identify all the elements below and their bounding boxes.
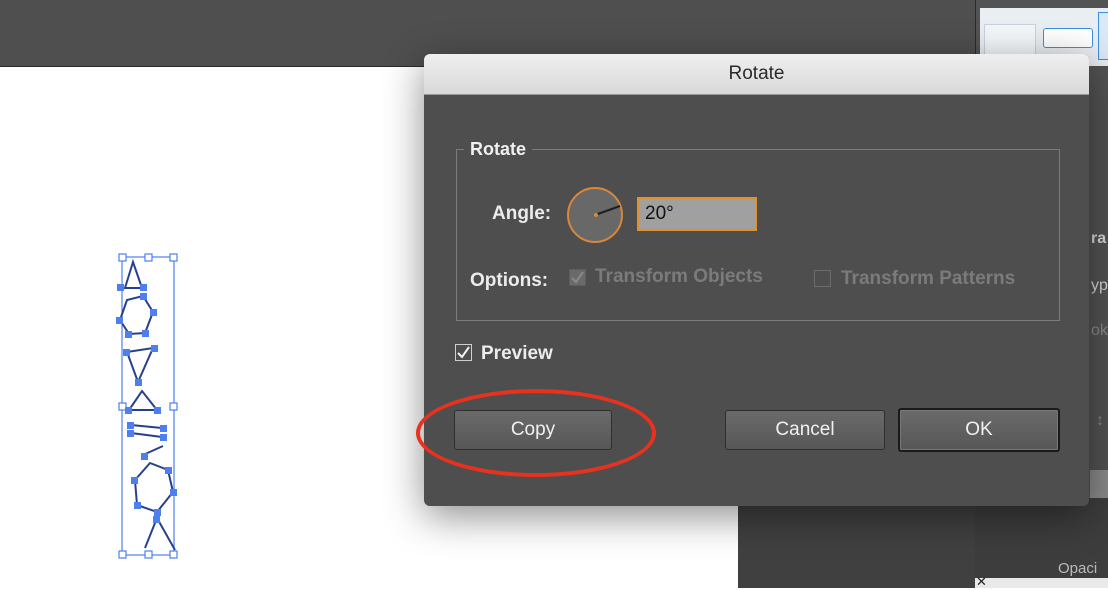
angle-value: 20° (645, 203, 674, 224)
panel-arrow-icon: ↕ (1096, 412, 1104, 429)
angle-dial[interactable] (567, 187, 623, 243)
molecule-paths (118, 258, 176, 551)
panel-scroll-swatch[interactable] (1098, 12, 1108, 60)
right-panel-bottom-strip (968, 578, 1108, 588)
panel-selected-swatch[interactable] (1043, 28, 1093, 48)
angle-dial-needle (594, 205, 621, 217)
transform-patterns-checkbox[interactable] (814, 270, 831, 287)
panel-label-fragment: yp (1091, 277, 1108, 294)
rotate-group-label: Rotate (464, 139, 533, 160)
panel-label-fragment: ra (1091, 230, 1107, 247)
preview-label: Preview (481, 343, 553, 364)
options-label: Options: (470, 270, 549, 291)
transform-patterns-label: Transform Patterns (841, 268, 1016, 289)
lower-dark-panel (738, 500, 975, 588)
transform-objects-checkbox[interactable] (569, 269, 586, 286)
ok-button[interactable]: OK (898, 408, 1060, 452)
opacity-label: Opaci (1058, 560, 1098, 577)
transform-objects-label: Transform Objects (595, 266, 763, 287)
annotation-ellipse (416, 389, 656, 477)
rotate-group-box (456, 149, 1060, 321)
selection-bounding-box (121, 256, 175, 556)
dialog-title-bar[interactable]: Rotate (424, 54, 1089, 95)
angle-input[interactable]: 20° (637, 197, 757, 231)
angle-label: Angle: (492, 203, 552, 224)
cancel-button[interactable]: Cancel (725, 410, 885, 450)
panel-bar (1090, 470, 1108, 498)
preview-checkbox[interactable] (455, 344, 472, 361)
dialog-title: Rotate (728, 63, 785, 84)
selected-artwork[interactable] (105, 250, 185, 560)
panel-label-fragment: ok (1091, 322, 1108, 339)
